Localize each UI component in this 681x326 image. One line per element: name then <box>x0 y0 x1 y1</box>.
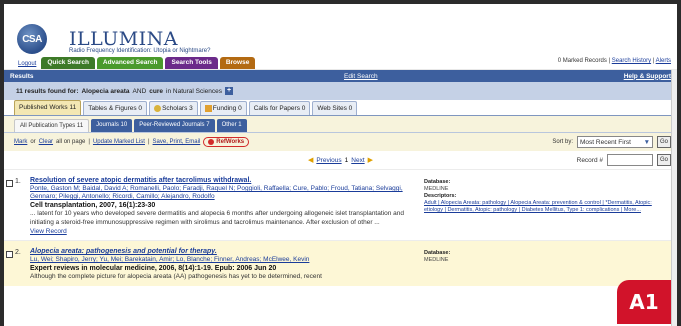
result-body: Alopecia areata: pathogenesis and potent… <box>30 247 426 282</box>
figure-label-badge: A1 <box>617 280 671 324</box>
tab-journals[interactable]: Journals 10 <box>91 119 133 132</box>
database-label: Database: <box>424 250 451 256</box>
work-type-tabs: Published Works 11 Tables & Figures 0 Sc… <box>4 100 677 116</box>
and-operator: AND <box>132 87 147 95</box>
previous-link[interactable]: Previous <box>316 157 341 164</box>
tab-tables-figures[interactable]: Tables & Figures 0 <box>83 101 148 115</box>
clear-link[interactable]: Clear <box>39 139 53 145</box>
tab-scholars-label: Scholars 3 <box>162 105 193 112</box>
tab-advanced-search[interactable]: Advanced Search <box>96 57 164 69</box>
previous-arrow-icon: ◀ <box>307 157 314 164</box>
actions-bar: Mark or Clear all on page | Update Marke… <box>4 133 677 151</box>
tab-browse[interactable]: Browse <box>219 57 256 69</box>
current-page: 1 <box>344 156 349 164</box>
tab-other[interactable]: Other 1 <box>216 119 247 132</box>
refworks-button[interactable]: RefWorks <box>203 137 250 147</box>
csa-logo: CSA <box>17 24 47 54</box>
main-nav: Logout Quick Search Advanced Search Sear… <box>18 57 256 69</box>
tab-search-tools[interactable]: Search Tools <box>165 57 218 69</box>
result-snippet: Although the complete picture for alopec… <box>30 273 322 280</box>
result-source: Expert reviews in molecular medicine, 20… <box>30 265 277 272</box>
tab-web-sites[interactable]: Web Sites 0 <box>312 101 358 115</box>
sort-select[interactable]: Most Recent First ▼ <box>577 136 653 148</box>
refworks-label: RefWorks <box>216 139 245 145</box>
tab-scholars[interactable]: Scholars 3 <box>149 101 198 115</box>
search-term-1: Alopecia areata <box>81 87 130 95</box>
result-checkbox[interactable] <box>6 180 13 187</box>
result-authors[interactable]: Lu, Wei; Shapiro, Jerry; Yu, Mei; Bareka… <box>30 256 426 264</box>
result-source: Cell transplantation, 2007, 16(1):23-30 <box>30 202 156 209</box>
tab-all-publication-types[interactable]: All Publication Types 11 <box>14 119 90 132</box>
brand-title: ILLUMINA <box>69 28 179 50</box>
mark-link[interactable]: Mark <box>14 139 27 145</box>
sort-go-button[interactable]: Go <box>657 136 671 148</box>
view-record-link[interactable]: View Record <box>30 227 426 236</box>
result-checkbox[interactable] <box>6 251 13 258</box>
pager: ◀ Previous 1 Next ▶ Record # Go <box>4 151 677 169</box>
help-support-link[interactable]: Help & Support <box>624 73 671 80</box>
descriptors-label: Descriptors: <box>424 193 457 199</box>
tab-published-works[interactable]: Published Works 11 <box>14 100 82 115</box>
tagline: Radio Frequency Identification: Utopia o… <box>69 48 211 54</box>
results-summary: 11 results found for: Alopecia areata AN… <box>4 82 677 100</box>
result-metadata: Database: MEDLINE Descriptors: Adult | A… <box>424 179 669 214</box>
site-header: CSA ILLUMINA Radio Frequency Identificat… <box>4 4 677 70</box>
results-label: Results <box>10 72 34 80</box>
header-right-links: 0 Marked Records | Search History | Aler… <box>557 58 671 64</box>
result-count: 11 results found for: <box>16 87 79 95</box>
descriptors-links[interactable]: Adult | Alopecia Areata: pathology | Alo… <box>424 200 669 214</box>
logout-link[interactable]: Logout <box>18 61 39 69</box>
scholars-icon <box>154 104 162 112</box>
record-label: Record # <box>576 156 603 164</box>
result-item: 2. Alopecia areata: pathogenesis and pot… <box>4 240 677 286</box>
tab-funding[interactable]: Funding 0 <box>199 101 247 115</box>
edit-search-link[interactable]: Edit Search <box>344 73 378 80</box>
funding-icon <box>204 104 212 112</box>
next-arrow-icon: ▶ <box>367 157 374 164</box>
save-print-email-link[interactable]: Save, Print, Email <box>153 139 201 145</box>
record-go-button[interactable]: Go <box>657 154 671 166</box>
expand-plus-icon[interactable]: + <box>225 87 234 95</box>
result-item: 1. Resolution of severe atopic dermatiti… <box>4 169 677 240</box>
database-value: MEDLINE <box>424 186 449 192</box>
search-term-2: cure <box>149 87 164 95</box>
sort-label: Sort by: <box>552 139 573 145</box>
tab-peer-reviewed[interactable]: Peer-Reviewed Journals 7 <box>134 119 215 132</box>
result-number: 2. <box>15 249 21 256</box>
database-value: MEDLINE <box>424 257 449 263</box>
subject-area: in Natural Sciences <box>166 87 223 95</box>
search-history-link[interactable]: Search History <box>612 58 651 64</box>
database-label: Database: <box>424 179 451 185</box>
all-on-page-text: all on page <box>56 139 86 145</box>
tab-calls-for-papers[interactable]: Calls for Papers 0 <box>248 101 311 115</box>
results-bar: Results Edit Search Help & Support <box>4 70 677 82</box>
update-marked-list-link[interactable]: Update Marked List <box>93 139 145 145</box>
next-link[interactable]: Next <box>351 157 364 164</box>
refworks-icon <box>208 139 215 145</box>
result-title-link[interactable]: Resolution of severe atopic dermatitis a… <box>30 176 426 185</box>
record-jump: Record # Go <box>577 154 671 166</box>
result-title-link[interactable]: Alopecia areata: pathogenesis and potent… <box>30 247 426 256</box>
tab-quick-search[interactable]: Quick Search <box>41 57 95 69</box>
result-metadata: Database: MEDLINE <box>424 250 669 264</box>
sort-value: Most Recent First <box>580 138 631 146</box>
chevron-down-icon: ▼ <box>643 138 650 146</box>
result-body: Resolution of severe atopic dermatitis a… <box>30 176 426 236</box>
or-text: or <box>30 139 36 145</box>
alerts-link[interactable]: Alerts <box>656 58 671 64</box>
result-snippet: ... latent for 10 years who developed se… <box>30 210 404 226</box>
record-number-input[interactable] <box>607 154 653 166</box>
publication-type-tabs: All Publication Types 11 Journals 10 Pee… <box>4 116 677 133</box>
result-authors[interactable]: Ponte, Gaston M; Baidal, David A; Romane… <box>30 185 426 201</box>
browser-page: CSA ILLUMINA Radio Frequency Identificat… <box>4 4 677 326</box>
sort-controls: Sort by: Most Recent First ▼ Go <box>552 136 671 148</box>
vertical-scrollbar[interactable] <box>671 70 677 326</box>
tab-funding-label: Funding 0 <box>212 105 242 112</box>
result-number: 1. <box>15 178 21 185</box>
marked-records-count: 0 Marked Records <box>557 58 607 64</box>
